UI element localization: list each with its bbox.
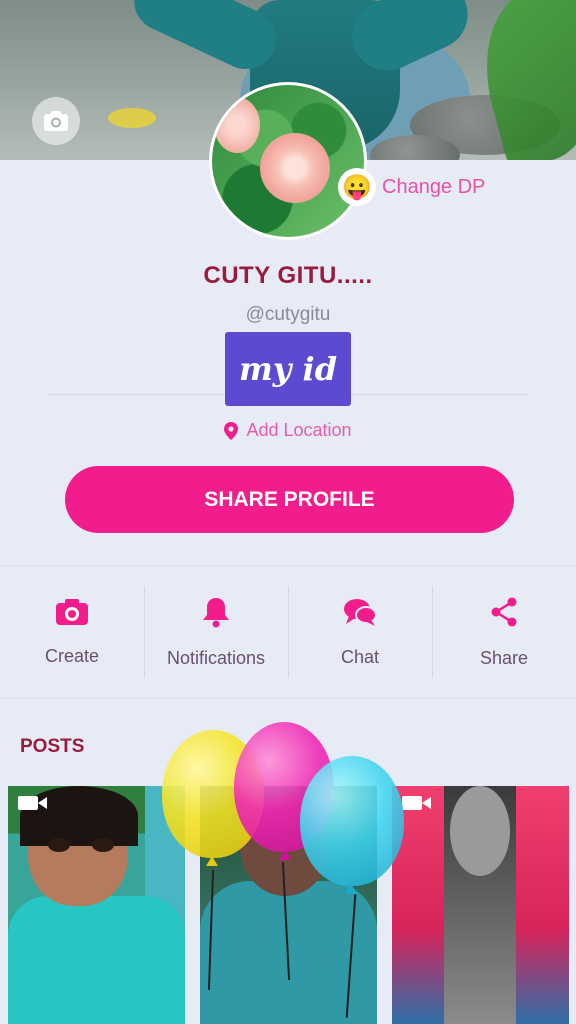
location-pin-icon (224, 421, 239, 440)
camera-icon (44, 111, 68, 131)
video-icon (18, 796, 47, 810)
share-button[interactable]: Share (432, 566, 576, 698)
blue-balloon (300, 756, 404, 886)
post-subject (48, 838, 70, 852)
create-label: Create (44, 645, 100, 666)
my-id-sticker: my id (225, 332, 351, 406)
profile-name: CUTY GITU..... (203, 262, 373, 289)
posts-heading: POSTS (20, 736, 85, 757)
change-cover-button[interactable] (32, 97, 80, 145)
chat-icon (344, 598, 377, 626)
post-thumbnail[interactable] (392, 786, 569, 1024)
bell-icon (203, 597, 229, 627)
profile-avatar[interactable] (209, 82, 367, 240)
notifications-button[interactable]: Notifications (144, 566, 288, 698)
post-thumbnail[interactable] (8, 786, 185, 1024)
action-row: Create Notifications Chat Share (0, 565, 576, 699)
chat-label: Chat (340, 646, 380, 667)
avatar-image (212, 85, 364, 237)
profile-handle: @cutygitu (245, 304, 331, 325)
share-label: Share (479, 647, 529, 668)
change-dp-label: Change DP (382, 175, 486, 198)
post-subject (8, 896, 185, 1024)
add-location-link[interactable]: Add Location (0, 420, 576, 441)
change-dp-button[interactable]: 😛 Change DP (340, 168, 485, 206)
cover-flower (108, 108, 156, 128)
post-subject (450, 786, 510, 876)
my-id-label: my id (238, 350, 338, 388)
chat-button[interactable]: Chat (288, 566, 432, 698)
video-icon (402, 796, 431, 810)
notifications-label: Notifications (166, 647, 266, 668)
post-panel (516, 786, 569, 1024)
avatar-flower (260, 133, 330, 203)
share-profile-button[interactable]: SHARE PROFILE (65, 466, 514, 533)
post-subject (92, 838, 114, 852)
share-icon (491, 597, 517, 626)
create-button[interactable]: Create (0, 566, 144, 698)
camera-icon (56, 598, 88, 625)
add-location-label: Add Location (246, 420, 352, 440)
tongue-emoji-icon: 😛 (340, 170, 374, 204)
avatar-flower (214, 97, 260, 153)
